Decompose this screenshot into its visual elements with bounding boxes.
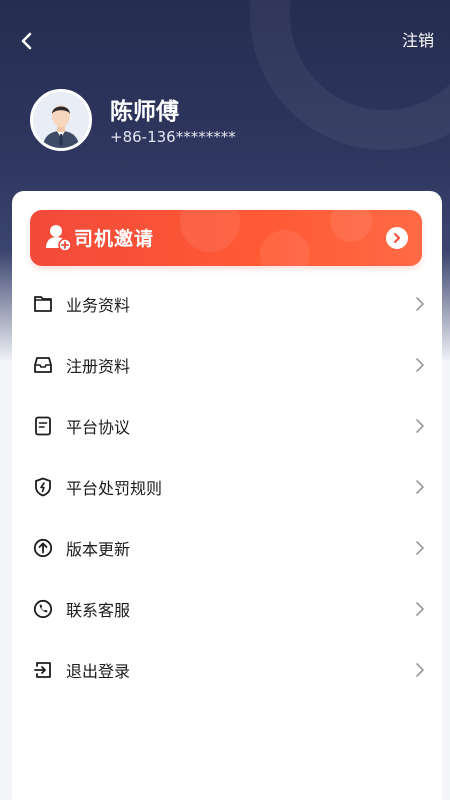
inbox-icon	[32, 354, 54, 376]
document-icon	[32, 415, 54, 437]
menu-item-penalty-rules[interactable]: 平台处罚规则	[12, 459, 442, 515]
menu-item-logout[interactable]: 退出登录	[12, 642, 442, 698]
menu-item-label: 版本更新	[66, 540, 131, 559]
add-user-icon	[46, 225, 72, 252]
back-button[interactable]	[12, 26, 42, 56]
invite-arrow-button[interactable]	[386, 227, 408, 249]
menu-item-label: 平台处罚规则	[66, 479, 163, 498]
chevron-right-icon	[414, 601, 426, 617]
banner-decoration	[260, 230, 310, 266]
menu-item-registration-info[interactable]: 注册资料	[12, 337, 442, 393]
user-name: 陈师傅	[110, 99, 179, 125]
upload-circle-icon	[32, 537, 54, 559]
avatar[interactable]	[30, 89, 92, 151]
menu-item-label: 退出登录	[66, 662, 131, 681]
menu-item-contact-support[interactable]: 联系客服	[12, 581, 442, 637]
menu-item-label: 注册资料	[66, 357, 131, 376]
driver-invite-banner[interactable]: 司机邀请	[30, 210, 422, 266]
logout-icon	[32, 659, 54, 681]
decorative-ring	[250, 0, 450, 150]
driver-portrait-icon	[33, 92, 89, 148]
chevron-right-icon	[414, 479, 426, 495]
cancel-account-button[interactable]: 注销	[402, 27, 434, 51]
user-phone: +86-136********	[110, 128, 236, 146]
banner-decoration	[330, 210, 372, 242]
chevron-left-icon	[21, 32, 32, 50]
menu-item-label: 平台协议	[66, 418, 131, 437]
chevron-right-icon	[414, 357, 426, 373]
menu-item-platform-agreement[interactable]: 平台协议	[12, 398, 442, 454]
driver-invite-label: 司机邀请	[74, 228, 155, 250]
chevron-right-icon	[414, 662, 426, 678]
menu-item-label: 业务资料	[66, 296, 131, 315]
menu-item-version-update[interactable]: 版本更新	[12, 520, 442, 576]
chevron-right-icon	[414, 296, 426, 312]
banner-decoration	[180, 210, 240, 252]
menu-card: 司机邀请 业务资料 注册资料 平台协议 平台处罚规则 版本更新 联系客服 退出登…	[12, 191, 442, 800]
chevron-right-icon	[414, 540, 426, 556]
folder-icon	[32, 293, 54, 315]
chevron-right-icon	[394, 233, 400, 243]
shield-bolt-icon	[32, 476, 54, 498]
chevron-right-icon	[414, 418, 426, 434]
phone-icon	[32, 598, 54, 620]
menu-item-label: 联系客服	[66, 601, 131, 620]
menu-item-business-info[interactable]: 业务资料	[12, 276, 442, 332]
